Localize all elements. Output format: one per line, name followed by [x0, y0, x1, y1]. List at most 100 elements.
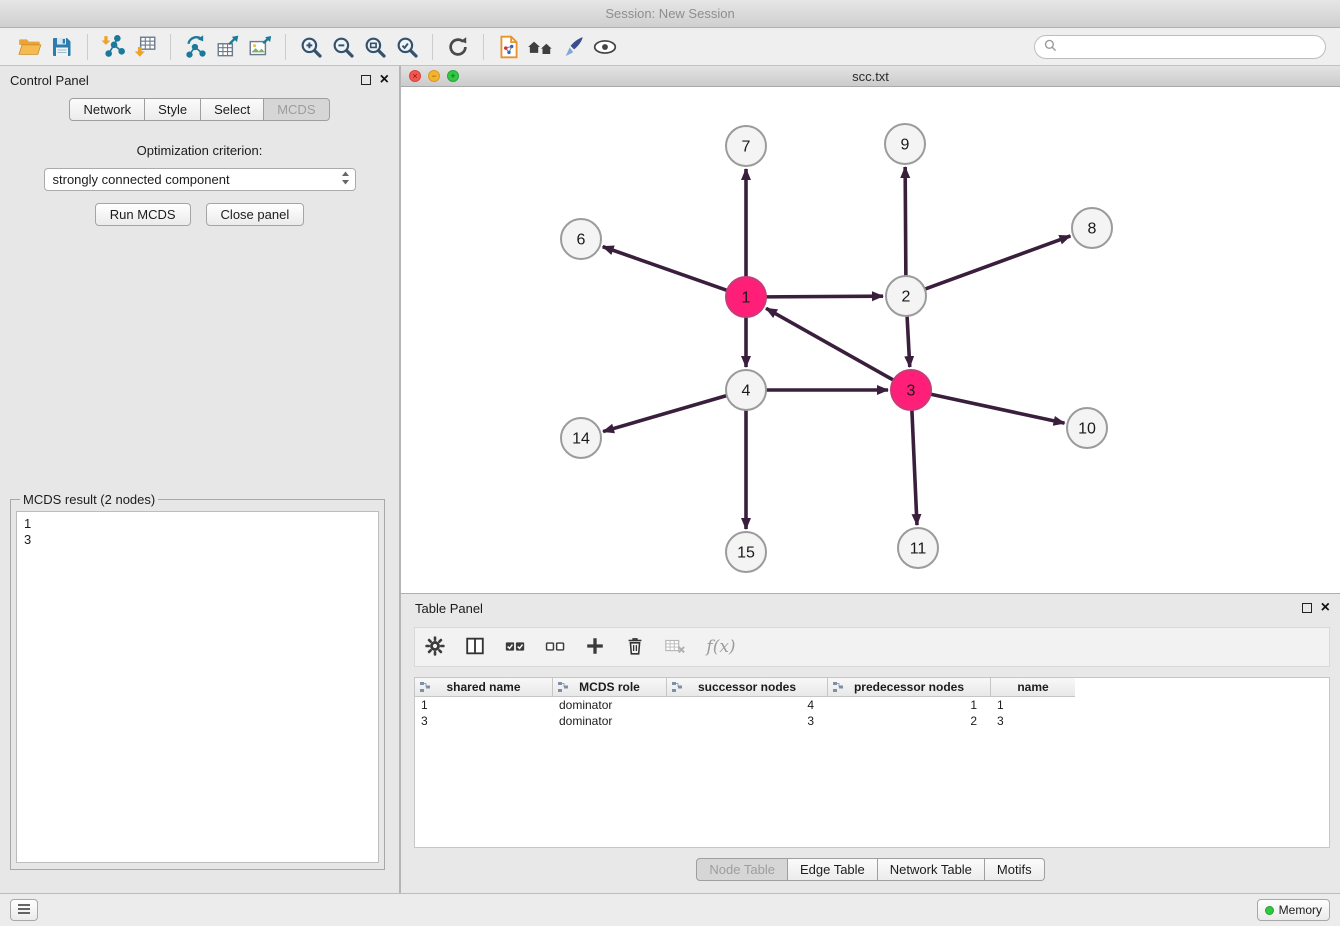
run-mcds-button[interactable]: Run MCDS [95, 203, 191, 226]
toolbar-separator [170, 34, 171, 60]
export-image-button[interactable] [244, 32, 276, 62]
close-panel-button[interactable]: Close panel [206, 203, 305, 226]
save-icon [50, 35, 74, 59]
import-table-button[interactable] [129, 32, 161, 62]
columns-icon [464, 635, 486, 660]
graph-node-label-6: 6 [577, 232, 586, 249]
show-hide-button[interactable] [589, 32, 621, 62]
graph-edge-2-8[interactable] [923, 236, 1070, 290]
cell-mcds-role[interactable]: dominator [553, 713, 667, 729]
first-neighbors-button[interactable] [525, 32, 557, 62]
sort-icon [832, 681, 844, 696]
open-session-button[interactable] [14, 32, 46, 62]
zoom-in-button[interactable] [295, 32, 327, 62]
cell-mcds-role[interactable]: dominator [553, 697, 667, 713]
float-table-panel-icon[interactable] [1302, 603, 1312, 613]
cell-name[interactable]: 3 [991, 713, 1075, 729]
tab-select[interactable]: Select [201, 98, 264, 121]
graph-edge-4-14[interactable] [603, 395, 729, 432]
column-header-successor-nodes[interactable]: successor nodes [667, 678, 828, 697]
zoom-selected-button[interactable] [391, 32, 423, 62]
cell-shared-name[interactable]: 1 [415, 697, 553, 713]
zoom-in-icon [298, 34, 324, 60]
close-panel-icon[interactable]: × [380, 75, 389, 85]
graph-edge-2-3[interactable] [907, 314, 910, 367]
table-settings-button[interactable] [423, 635, 447, 659]
graph-edge-3-11[interactable] [912, 408, 917, 525]
mcds-result-item[interactable]: 3 [24, 532, 371, 548]
graph-edge-3-1[interactable] [766, 308, 895, 381]
mcds-result-title: MCDS result (2 nodes) [20, 492, 158, 507]
search-field[interactable] [1034, 35, 1326, 59]
table-panel-title: Table Panel [415, 601, 483, 616]
close-table-panel-icon[interactable]: × [1321, 603, 1330, 613]
cell-shared-name[interactable]: 3 [415, 713, 553, 729]
add-row-button[interactable] [583, 635, 607, 659]
deselect-all-icon [543, 635, 567, 660]
cell-successor-nodes[interactable]: 3 [667, 713, 828, 729]
search-input[interactable] [1063, 40, 1316, 54]
search-icon [1044, 39, 1057, 55]
zoom-out-button[interactable] [327, 32, 359, 62]
tab-mcds[interactable]: MCDS [264, 98, 329, 121]
graph-node-label-10: 10 [1078, 421, 1096, 438]
tab-edge-table[interactable]: Edge Table [788, 858, 878, 881]
table-panel-header: Table Panel × [401, 594, 1340, 622]
graph-edge-1-2[interactable] [764, 296, 883, 297]
cell-predecessor-nodes[interactable]: 2 [828, 713, 991, 729]
zoom-out-icon [330, 34, 356, 60]
paint-style-button[interactable] [557, 32, 589, 62]
task-history-button[interactable] [10, 899, 38, 921]
delete-row-button[interactable] [623, 635, 647, 659]
column-header-predecessor-nodes[interactable]: predecessor nodes [828, 678, 991, 697]
cell-predecessor-nodes[interactable]: 1 [828, 697, 991, 713]
mcds-result-list[interactable]: 1 3 [16, 511, 379, 863]
export-table-icon [215, 34, 241, 60]
node-table: shared name MCDS role successor nodes pr… [414, 677, 1330, 848]
column-header-name[interactable]: name [991, 678, 1075, 697]
graph-edge-2-9[interactable] [905, 167, 906, 278]
status-bar: Memory [0, 893, 1340, 926]
graph-node-label-2: 2 [902, 289, 911, 306]
export-network-button[interactable] [180, 32, 212, 62]
graph-node-label-15: 15 [737, 545, 755, 562]
function-builder-button[interactable]: f(x) [703, 635, 739, 659]
show-columns-button[interactable] [463, 635, 487, 659]
cell-name[interactable]: 1 [991, 697, 1075, 713]
network-document-button[interactable] [493, 32, 525, 62]
tab-motifs[interactable]: Motifs [985, 858, 1045, 881]
float-panel-icon[interactable] [361, 75, 371, 85]
list-icon [17, 903, 31, 918]
graph-edge-3-10[interactable] [929, 394, 1065, 423]
toolbar-separator [483, 34, 484, 60]
memory-button[interactable]: Memory [1257, 899, 1330, 921]
cell-successor-nodes[interactable]: 4 [667, 697, 828, 713]
delete-table-button[interactable] [663, 635, 687, 659]
tab-style[interactable]: Style [145, 98, 201, 121]
column-header-shared-name[interactable]: shared name [415, 678, 553, 697]
table-row[interactable]: 1 dominator 4 1 1 [415, 697, 1329, 713]
graph-node-label-3: 3 [907, 383, 916, 400]
save-session-button[interactable] [46, 32, 78, 62]
import-network-button[interactable] [97, 32, 129, 62]
graph-node-label-11: 11 [910, 541, 927, 558]
memory-status-icon [1265, 906, 1274, 915]
network-window-titlebar[interactable]: scc.txt × − + [401, 66, 1340, 87]
export-table-button[interactable] [212, 32, 244, 62]
graph-edge-1-6[interactable] [603, 247, 729, 291]
tab-network-table[interactable]: Network Table [878, 858, 985, 881]
window-title: Session: New Session [605, 6, 734, 21]
network-canvas-svg[interactable]: 7968124314101511 [401, 87, 1339, 592]
column-header-mcds-role[interactable]: MCDS role [553, 678, 667, 697]
window-titlebar: Session: New Session [0, 0, 1340, 28]
criterion-select[interactable]: strongly connected component [44, 168, 356, 191]
zoom-fit-button[interactable] [359, 32, 391, 62]
mcds-result-item[interactable]: 1 [24, 516, 371, 532]
deselect-all-button[interactable] [543, 635, 567, 659]
tab-network[interactable]: Network [69, 98, 145, 121]
select-all-button[interactable] [503, 635, 527, 659]
refresh-button[interactable] [442, 32, 474, 62]
table-row[interactable]: 3 dominator 3 2 3 [415, 713, 1329, 729]
tab-node-table[interactable]: Node Table [696, 858, 788, 881]
network-window: scc.txt × − + 7968124314101511 [400, 66, 1340, 593]
